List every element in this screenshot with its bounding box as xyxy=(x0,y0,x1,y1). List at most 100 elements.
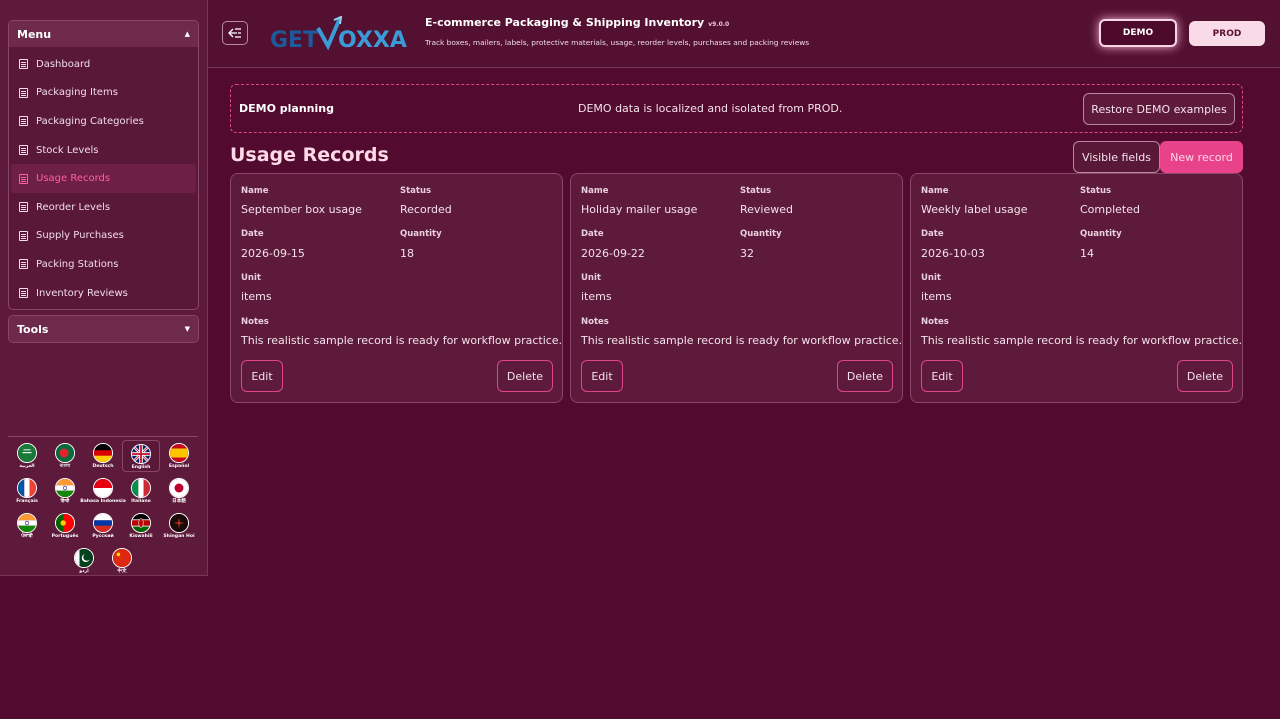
menu-list: Dashboard Packaging Items Packaging Cate… xyxy=(9,47,198,307)
unit-label: Unit xyxy=(241,273,261,283)
flag-russia-icon xyxy=(93,513,113,533)
date-label: Date xyxy=(241,229,264,239)
language-option-italian[interactable]: Italiano xyxy=(122,475,160,507)
demo-banner: DEMO planning DEMO data is localized and… xyxy=(230,84,1243,133)
sidebar-item-supply-purchases[interactable]: Supply Purchases xyxy=(9,222,198,251)
edit-button[interactable]: Edit xyxy=(921,360,963,392)
language-option-chinese[interactable]: 中文 xyxy=(103,545,141,577)
sidebar-item-label: Supply Purchases xyxy=(36,230,124,242)
svg-text:GET: GET xyxy=(270,28,318,52)
edit-button[interactable]: Edit xyxy=(241,360,283,392)
sidebar-item-inventory-reviews[interactable]: Inventory Reviews xyxy=(9,279,198,308)
language-option-spanish[interactable]: Español xyxy=(160,440,198,472)
date-label: Date xyxy=(581,229,604,239)
flag-spain-icon xyxy=(169,443,189,463)
quantity-value: 32 xyxy=(740,247,754,260)
delete-button[interactable]: Delete xyxy=(1177,360,1233,392)
quantity-label: Quantity xyxy=(400,229,442,239)
date-value: 2026-09-15 xyxy=(241,247,305,260)
language-option-punjabi[interactable]: ਪੰਜਾਬੀ xyxy=(8,510,46,542)
delete-button[interactable]: Delete xyxy=(497,360,553,392)
language-option-hindi[interactable]: हिन्दी xyxy=(46,475,84,507)
prod-env-button[interactable]: PROD xyxy=(1189,21,1265,46)
sidebar-item-usage-records[interactable]: Usage Records xyxy=(11,164,196,193)
name-label: Name xyxy=(241,186,269,196)
sidebar-item-label: Inventory Reviews xyxy=(36,287,128,299)
language-option-shingan-hoi[interactable]: Shingan Hoi xyxy=(160,510,198,542)
language-option-russian[interactable]: Русский xyxy=(84,510,122,542)
language-option-french[interactable]: Français xyxy=(8,475,46,507)
language-option-german[interactable]: Deutsch xyxy=(84,440,122,472)
language-option-urdu[interactable]: اردو xyxy=(65,545,103,577)
quantity-value: 18 xyxy=(400,247,414,260)
name-label: Name xyxy=(581,186,609,196)
language-label: 日本語 xyxy=(172,499,186,504)
language-label: Русский xyxy=(92,534,114,539)
flag-bangladesh-icon xyxy=(55,443,75,463)
language-option-english[interactable]: English xyxy=(122,440,160,472)
unit-label: Unit xyxy=(921,273,941,283)
restore-demo-button[interactable]: Restore DEMO examples xyxy=(1083,93,1235,125)
name-label: Name xyxy=(921,186,949,196)
sidebar-item-label: Packaging Items xyxy=(36,87,118,99)
visible-fields-button[interactable]: Visible fields xyxy=(1073,141,1160,173)
edit-button[interactable]: Edit xyxy=(581,360,623,392)
sidebar-item-reorder-levels[interactable]: Reorder Levels xyxy=(9,193,198,222)
document-icon xyxy=(19,288,28,299)
sidebar-item-packaging-items[interactable]: Packaging Items xyxy=(9,79,198,108)
document-icon xyxy=(19,230,28,241)
sidebar-item-stock-levels[interactable]: Stock Levels xyxy=(9,136,198,165)
new-record-button[interactable]: New record xyxy=(1160,141,1243,173)
language-label: Français xyxy=(16,499,38,504)
language-option-bengali[interactable]: বাংলা xyxy=(46,440,84,472)
language-label: বাংলা xyxy=(59,464,71,469)
app-title-text: E-commerce Packaging & Shipping Inventor… xyxy=(425,16,705,29)
language-option-indonesian[interactable]: Bahasa Indonesia xyxy=(80,475,126,507)
date-value: 2026-10-03 xyxy=(921,247,985,260)
language-label: اردو xyxy=(79,569,89,574)
status-label: Status xyxy=(400,186,432,196)
record-card: Name Holiday mailer usage Status Reviewe… xyxy=(570,173,903,403)
chevron-down-icon: ▼ xyxy=(184,325,190,333)
tools-panel: Tools ▼ xyxy=(8,315,199,343)
flag-indonesia-icon xyxy=(93,478,113,498)
language-label: Español xyxy=(168,464,190,469)
demo-env-button[interactable]: DEMO xyxy=(1099,19,1177,47)
language-option-japanese[interactable]: 日本語 xyxy=(160,475,198,507)
tools-header[interactable]: Tools ▼ xyxy=(9,316,198,342)
notes-value: This realistic sample record is ready fo… xyxy=(241,334,563,347)
language-label: हिन्दी xyxy=(60,499,70,504)
document-icon xyxy=(19,145,28,156)
notes-value: This realistic sample record is ready fo… xyxy=(921,334,1243,347)
flag-kenya-icon xyxy=(131,513,151,533)
language-option-swahili[interactable]: Kiswahili xyxy=(122,510,160,542)
sidebar-item-label: Reorder Levels xyxy=(36,201,111,213)
sidebar-item-packing-stations[interactable]: Packing Stations xyxy=(9,250,198,279)
language-option-portuguese[interactable]: Português xyxy=(46,510,84,542)
language-label: Kiswahili xyxy=(129,534,153,539)
record-card: Name Weekly label usage Status Completed… xyxy=(910,173,1243,403)
flag-uk-icon xyxy=(131,444,151,464)
sidebar-item-label: Packing Stations xyxy=(36,258,119,270)
menu-header[interactable]: Menu ▲ xyxy=(9,21,198,47)
flag-saudi-arabia-icon xyxy=(17,443,37,463)
chevron-up-icon: ▲ xyxy=(184,30,190,38)
document-icon xyxy=(19,116,28,127)
collapse-sidebar-button[interactable] xyxy=(222,21,248,45)
sidebar-item-dashboard[interactable]: Dashboard xyxy=(9,50,198,79)
notes-value: This realistic sample record is ready fo… xyxy=(581,334,903,347)
flag-india-icon xyxy=(55,478,75,498)
language-label: English xyxy=(131,465,151,470)
delete-button[interactable]: Delete xyxy=(837,360,893,392)
sidebar: Menu ▲ Dashboard Packaging Items Packagi… xyxy=(0,0,208,576)
status-value: Recorded xyxy=(400,203,452,216)
language-option-arabic[interactable]: العربية xyxy=(8,440,46,472)
quantity-label: Quantity xyxy=(740,229,782,239)
flag-shingan-hoi-icon xyxy=(169,513,189,533)
notes-label: Notes xyxy=(581,317,609,327)
record-cards: Name September box usage Status Recorded… xyxy=(230,173,1243,403)
document-icon xyxy=(19,202,28,213)
sidebar-item-packaging-categories[interactable]: Packaging Categories xyxy=(9,107,198,136)
language-label: Italiano xyxy=(131,499,151,504)
app-title: E-commerce Packaging & Shipping Inventor… xyxy=(425,16,729,29)
